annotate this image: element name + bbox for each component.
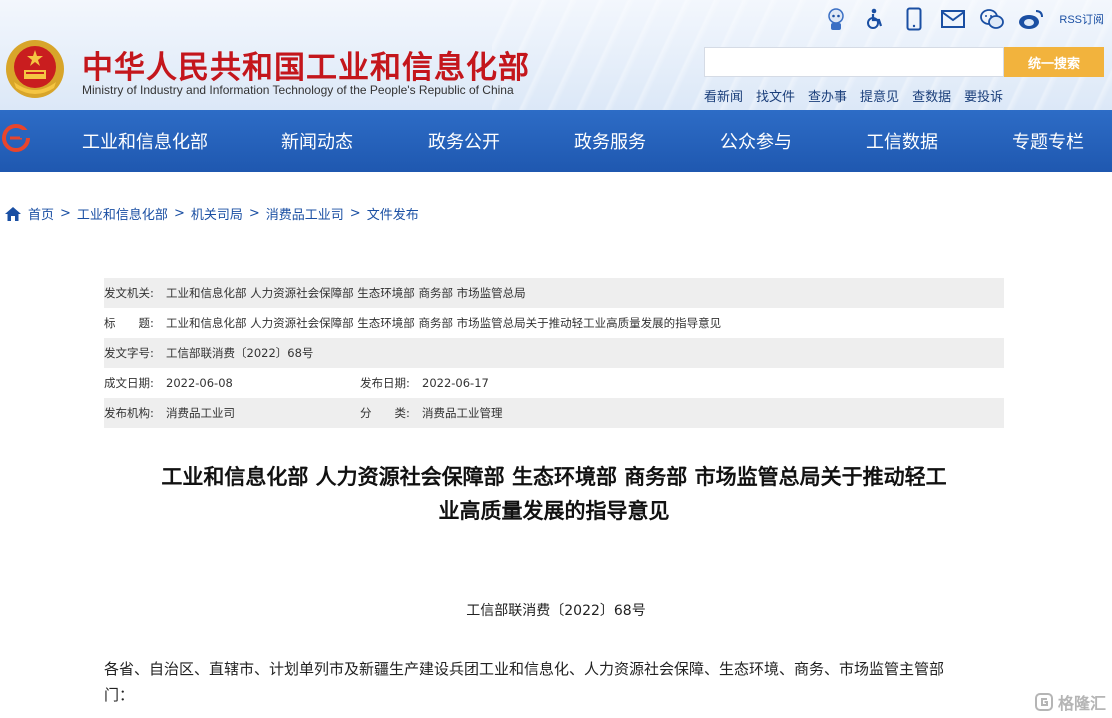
site-title[interactable]: 中华人民共和国工业和信息化部 bbox=[82, 42, 530, 87]
wechat-icon[interactable] bbox=[979, 6, 1005, 32]
quick-links: 看新闻 找文件 查办事 提意见 查数据 要投诉 bbox=[704, 86, 1003, 105]
quick-link-services[interactable]: 查办事 bbox=[808, 86, 847, 105]
document-title: 工业和信息化部 人力资源社会保障部 生态环境部 商务部 市场监管总局关于推动轻工… bbox=[104, 460, 1004, 528]
meta-cell-org: 发布机构: 消费品工业司 bbox=[104, 405, 360, 421]
unified-search-button[interactable]: 统一搜索 bbox=[1004, 47, 1104, 77]
rss-link[interactable]: RSS订阅 bbox=[1059, 11, 1104, 27]
nav-item-public-participation[interactable]: 公众参与 bbox=[720, 128, 792, 154]
meta-row-title: 标 题: 工业和信息化部 人力资源社会保障部 生态环境部 商务部 市场监管总局关… bbox=[104, 308, 1004, 338]
breadcrumb-home[interactable]: 首页 bbox=[28, 204, 54, 223]
meta-value-title: 工业和信息化部 人力资源社会保障部 生态环境部 商务部 市场监管总局关于推动轻工… bbox=[166, 316, 722, 330]
breadcrumb-consumer-goods[interactable]: 消费品工业司 bbox=[266, 204, 344, 223]
watermark-logo-icon bbox=[1034, 693, 1053, 711]
meta-row-org-category: 发布机构: 消费品工业司 分 类: 消费品工业管理 bbox=[104, 398, 1004, 428]
meta-value-category: 消费品工业管理 bbox=[422, 406, 503, 420]
breadcrumb-separator: > bbox=[349, 206, 361, 221]
nav-item-government-affairs[interactable]: 政务公开 bbox=[428, 128, 500, 154]
main-nav: 工业和信息化部 新闻动态 政务公开 政务服务 公众参与 工信数据 专题专栏 bbox=[0, 110, 1112, 172]
national-emblem-icon[interactable] bbox=[4, 38, 66, 100]
breadcrumb-documents[interactable]: 文件发布 bbox=[367, 204, 419, 223]
site-subtitle: Ministry of Industry and Information Tec… bbox=[82, 83, 514, 97]
watermark: 格隆汇 bbox=[1034, 690, 1106, 714]
document-number: 工信部联消费〔2022〕68号 bbox=[466, 603, 646, 619]
document-metadata-table: 发文机关: 工业和信息化部 人力资源社会保障部 生态环境部 商务部 市场监管总局… bbox=[104, 278, 1004, 428]
breadcrumb-separator: > bbox=[60, 206, 71, 221]
nav-item-data[interactable]: 工信数据 bbox=[866, 128, 938, 154]
meta-label-title: 标 题: bbox=[104, 316, 154, 330]
meta-cell-category: 分 类: 消费品工业管理 bbox=[360, 405, 503, 421]
meta-value-published-date: 2022-06-17 bbox=[422, 376, 489, 390]
weibo-icon[interactable] bbox=[1018, 6, 1044, 32]
accessibility-icon[interactable] bbox=[862, 6, 888, 32]
document-body: 各省、自治区、直辖市、计划单列市及新疆生产建设兵团工业和信息化、人力资源社会保障… bbox=[104, 656, 1004, 708]
nav-item-special-topics[interactable]: 专题专栏 bbox=[1012, 128, 1084, 154]
robot-assistant-icon[interactable] bbox=[823, 6, 849, 32]
quick-link-complaint[interactable]: 要投诉 bbox=[964, 86, 1003, 105]
meta-value-org: 消费品工业司 bbox=[166, 406, 235, 420]
quick-link-data[interactable]: 查数据 bbox=[912, 86, 951, 105]
breadcrumb-separator: > bbox=[173, 206, 185, 221]
quick-link-files[interactable]: 找文件 bbox=[756, 86, 795, 105]
meta-value-document-number: 工信部联消费〔2022〕68号 bbox=[166, 346, 314, 360]
watermark-text: 格隆汇 bbox=[1057, 694, 1106, 713]
quick-link-feedback[interactable]: 提意见 bbox=[860, 86, 899, 105]
mail-icon[interactable] bbox=[940, 6, 966, 32]
breadcrumb-ministry[interactable]: 工业和信息化部 bbox=[77, 204, 168, 223]
meta-label-issuer: 发文机关: bbox=[104, 286, 154, 300]
nav-item-ministry[interactable]: 工业和信息化部 bbox=[82, 128, 208, 154]
search-input[interactable] bbox=[704, 47, 1004, 77]
mobile-icon[interactable] bbox=[901, 6, 927, 32]
nav-item-news[interactable]: 新闻动态 bbox=[281, 128, 353, 154]
breadcrumb-departments[interactable]: 机关司局 bbox=[191, 204, 243, 223]
salutation-line-1: 各省、自治区、直辖市、计划单列市及新疆生产建设兵团工业和信息化、人力资源社会保障… bbox=[104, 660, 945, 678]
meta-row-dates: 成文日期: 2022-06-08 发布日期: 2022-06-17 bbox=[104, 368, 1004, 398]
salutation-line-2: 门： bbox=[104, 686, 135, 704]
ministry-logo-icon[interactable] bbox=[2, 124, 30, 152]
meta-label-published-date: 发布日期: bbox=[360, 376, 410, 390]
meta-row-document-number: 发文字号: 工信部联消费〔2022〕68号 bbox=[104, 338, 1004, 368]
meta-value-written-date: 2022-06-08 bbox=[166, 376, 233, 390]
meta-label-org: 发布机构: bbox=[104, 406, 154, 420]
breadcrumb-separator: > bbox=[248, 206, 260, 221]
meta-cell-published-date: 发布日期: 2022-06-17 bbox=[360, 375, 489, 391]
document-title-line-1: 工业和信息化部 人力资源社会保障部 生态环境部 商务部 市场监管总局关于推动轻工 bbox=[161, 465, 947, 489]
site-header: 中华人民共和国工业和信息化部 Ministry of Industry and … bbox=[0, 0, 1112, 172]
meta-label-category: 分 类: bbox=[360, 406, 410, 420]
meta-row-issuer: 发文机关: 工业和信息化部 人力资源社会保障部 生态环境部 商务部 市场监管总局 bbox=[104, 278, 1004, 308]
top-toolbar: RSS订阅 bbox=[823, 6, 1104, 32]
home-icon[interactable] bbox=[4, 206, 22, 222]
meta-cell-written-date: 成文日期: 2022-06-08 bbox=[104, 375, 360, 391]
meta-value-issuer: 工业和信息化部 人力资源社会保障部 生态环境部 商务部 市场监管总局 bbox=[166, 286, 526, 300]
nav-item-government-services[interactable]: 政务服务 bbox=[574, 128, 646, 154]
breadcrumb: 首页 > 工业和信息化部 > 机关司局 > 消费品工业司 > 文件发布 bbox=[4, 204, 419, 223]
meta-label-written-date: 成文日期: bbox=[104, 376, 154, 390]
meta-label-document-number: 发文字号: bbox=[104, 346, 154, 360]
quick-link-news[interactable]: 看新闻 bbox=[704, 86, 743, 105]
document-title-line-2: 业高质量发展的指导意见 bbox=[438, 499, 670, 523]
